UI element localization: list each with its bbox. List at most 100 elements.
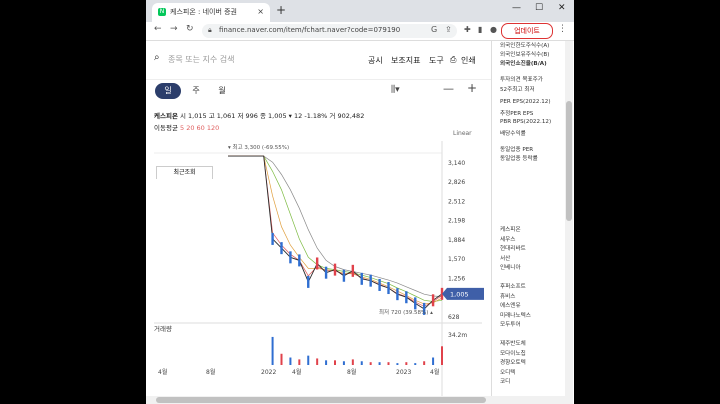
recent-item[interactable]: 모다이노칩: [500, 349, 526, 357]
recent-item[interactable]: 경향오토텍: [500, 358, 526, 366]
price-tick-label: 2,826: [448, 179, 465, 186]
period-day-button[interactable]: 일: [155, 83, 181, 99]
low-price-marker: 최저 720 (39.58%) ▴: [379, 308, 433, 316]
back-button[interactable]: ←: [154, 24, 162, 34]
ma-values: 5 20 60 120: [180, 124, 220, 132]
close-tab-icon[interactable]: ×: [257, 7, 264, 16]
tab-strip: N 케스피온 : 네이버 증권 × + — ☐ ✕: [146, 0, 574, 22]
candle-mark: [342, 269, 346, 282]
industry-info-line: 동일업종 PER: [500, 147, 534, 153]
volume-bar: [334, 360, 336, 365]
tab-title: 케스피온 : 네이버 증권: [170, 8, 237, 16]
address-toolbar: ← → ↻ 🔒︎ finance.naver.com/item/fchart.n…: [146, 22, 574, 41]
candle-mark: [351, 264, 355, 277]
share-icon[interactable]: ⇪: [445, 25, 452, 34]
per-info-line: 추정PER EPS: [500, 111, 534, 117]
price-tick-label: 1,884: [448, 237, 465, 244]
scale-selector[interactable]: Linear: [453, 130, 472, 137]
volume-bar: [387, 362, 390, 365]
series-line-ma60: [228, 155, 443, 302]
x-axis-label: 4월: [292, 368, 301, 376]
recent-item[interactable]: 현대리바트: [500, 244, 526, 252]
recent-item[interactable]: 세우스: [500, 235, 515, 243]
url-text: finance.naver.com/item/fchart.naver?code…: [219, 26, 401, 34]
zoom-in-icon[interactable]: +: [467, 81, 477, 95]
recent-item[interactable]: 케스피온: [500, 225, 521, 233]
minimize-button[interactable]: —: [512, 3, 521, 13]
candle-mark: [333, 263, 337, 276]
maximize-button[interactable]: ☐: [535, 3, 543, 13]
sidebar-icon[interactable]: ▮: [478, 25, 482, 34]
search-icon[interactable]: ⌕: [154, 52, 160, 63]
vertical-scrollbar[interactable]: [565, 41, 573, 404]
volume-bar: [360, 361, 363, 365]
stock-ohlc: 시 1,015 고 1,061 저 996 종 1,005 ▾ 12 -1.18…: [180, 112, 365, 120]
per-info-line: PBR BPS(2022.12): [500, 119, 552, 125]
reload-button[interactable]: ↻: [186, 24, 194, 34]
browser-tab[interactable]: N 케스피온 : 네이버 증권 ×: [152, 3, 270, 22]
horizontal-scrollbar[interactable]: [146, 396, 566, 404]
volume-bar: [396, 363, 399, 365]
price-tick-label: 1,256: [448, 275, 465, 282]
recent-views-tab[interactable]: 최근조회: [156, 166, 213, 179]
candle-mark: [396, 288, 399, 301]
recent-item[interactable]: 휴비스: [500, 292, 515, 300]
new-tab-button[interactable]: +: [276, 3, 286, 17]
recent-item[interactable]: 에스엔유: [500, 301, 521, 309]
recent-item[interactable]: 오디텍: [500, 368, 515, 376]
period-week-button[interactable]: 주: [183, 83, 209, 99]
recent-item[interactable]: 인베니아: [500, 263, 521, 271]
tools-menu[interactable]: 도구: [429, 55, 444, 66]
hscroll-thumb[interactable]: [156, 397, 486, 403]
x-axis-label: 4월: [430, 368, 439, 376]
recent-item[interactable]: 모두투어: [500, 320, 521, 328]
print-menu[interactable]: 인쇄: [461, 55, 476, 66]
recent-item[interactable]: 미래나노텍스: [500, 311, 531, 319]
x-axis-label: 2023: [396, 369, 411, 376]
print-icon[interactable]: ⎙: [450, 55, 456, 65]
recent-item[interactable]: 제주반도체: [500, 339, 526, 347]
update-button[interactable]: 업데이트: [501, 23, 553, 39]
volume-bar: [280, 353, 283, 365]
forward-button[interactable]: →: [170, 24, 178, 34]
candle-mark: [307, 275, 310, 288]
indicator-menu[interactable]: 보조지표: [391, 55, 420, 66]
recent-item[interactable]: 서산: [500, 254, 510, 262]
menu-icon[interactable]: ⋮: [558, 24, 567, 34]
chart-type-icon[interactable]: ⫼▾: [391, 85, 400, 95]
per-info-line: PER EPS(2022.12): [500, 99, 551, 105]
period-month-button[interactable]: 월: [209, 83, 235, 99]
volume-bar: [405, 362, 408, 365]
series-line-ma5: [228, 155, 443, 307]
volume-tick-label: 34.2m: [448, 332, 467, 339]
x-axis-label: 8월: [347, 368, 356, 376]
extensions-icon[interactable]: ✚: [464, 25, 471, 34]
candle-mark: [315, 257, 319, 270]
price-tick-label: 3,140: [448, 160, 465, 167]
recent-item[interactable]: 코디: [500, 377, 510, 385]
price-tick-label: 2,198: [448, 218, 465, 225]
candle-mark: [289, 251, 292, 264]
disclosure-menu[interactable]: 공시: [368, 55, 383, 66]
volume-bar: [307, 355, 310, 365]
search-input[interactable]: 종목 또는 지수 검색: [168, 54, 235, 65]
ma-legend: 이동평균 5 20 60 120: [154, 122, 219, 132]
x-axis-label: 4월: [158, 368, 167, 376]
candle-mark: [378, 278, 381, 291]
close-window-button[interactable]: ✕: [558, 3, 566, 13]
profile-icon[interactable]: ●: [490, 25, 497, 34]
stock-info: 케스피온 시 1,015 고 1,061 저 996 종 1,005 ▾ 12 …: [154, 110, 364, 120]
volume-bar: [441, 346, 443, 365]
series-line-ma20: [228, 155, 443, 305]
google-icon[interactable]: G: [431, 25, 437, 34]
recent-item[interactable]: 후퍼소프트: [500, 282, 526, 290]
candle-mark: [387, 282, 390, 295]
candle-mark: [324, 266, 328, 279]
invest-info-line: 투자의견 목표주가: [500, 77, 543, 83]
address-bar[interactable]: 🔒︎ finance.naver.com/item/fchart.naver?c…: [202, 24, 457, 38]
volume-bar: [342, 361, 345, 365]
volume-bar: [432, 357, 435, 365]
zoom-out-icon[interactable]: —: [443, 82, 454, 95]
browser-window: N 케스피온 : 네이버 증권 × + — ☐ ✕ ← → ↻ 🔒︎ finan…: [146, 0, 574, 404]
scroll-thumb[interactable]: [566, 101, 572, 221]
